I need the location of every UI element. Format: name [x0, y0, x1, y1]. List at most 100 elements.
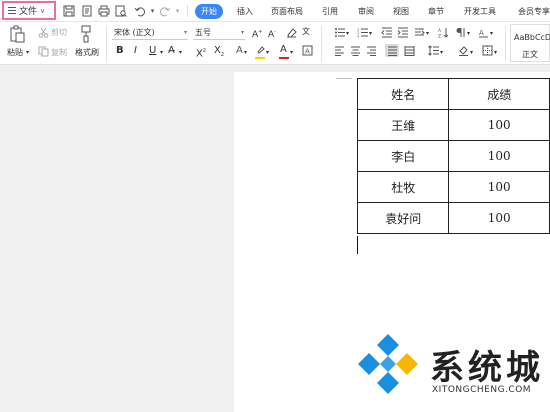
- format-painter-label[interactable]: 格式刷: [75, 48, 99, 58]
- increase-indent-icon[interactable]: [397, 27, 408, 38]
- italic-icon[interactable]: I: [134, 46, 137, 56]
- table-header-cell[interactable]: 姓名: [356, 78, 450, 110]
- underline-dropdown-icon[interactable]: ▾: [160, 48, 163, 58]
- redo-icon[interactable]: [158, 4, 171, 17]
- menu-icon: [8, 7, 16, 14]
- table-cell[interactable]: 100: [448, 202, 550, 234]
- chevron-down-icon: ∨: [40, 6, 46, 15]
- cut-icon[interactable]: [38, 27, 49, 38]
- strikethrough-icon[interactable]: A̶: [168, 46, 175, 56]
- table-cell[interactable]: 李白: [356, 140, 450, 172]
- print-icon[interactable]: [97, 4, 110, 17]
- chinese-layout-dropdown-icon[interactable]: ▾: [426, 29, 429, 39]
- align-center-icon[interactable]: [350, 45, 361, 56]
- sort-icon[interactable]: AZ: [438, 27, 449, 38]
- text-effect-dropdown-icon[interactable]: ▾: [244, 48, 247, 58]
- shrink-font-icon[interactable]: A-: [268, 27, 276, 40]
- borders-icon[interactable]: [482, 45, 493, 56]
- phonetic-guide-icon[interactable]: 文: [302, 27, 310, 37]
- copy-icon[interactable]: [38, 46, 49, 57]
- borders-dropdown-icon[interactable]: ▾: [494, 48, 497, 58]
- clear-format-icon[interactable]: [286, 27, 297, 38]
- font-color-icon[interactable]: A: [280, 45, 287, 55]
- chinese-layout-icon[interactable]: [414, 27, 425, 38]
- table-row: 杜牧 100: [356, 171, 550, 203]
- tab-view[interactable]: 视图: [393, 4, 409, 19]
- tab-home[interactable]: 开始: [195, 4, 223, 19]
- svg-text:3: 3: [357, 35, 359, 39]
- redo-dropdown-icon[interactable]: ▾: [171, 4, 184, 17]
- paste-icon[interactable]: [9, 25, 25, 43]
- watermark-logo: 系统城 XITONGCHENG.COM: [356, 330, 550, 406]
- grades-table[interactable]: 姓名 成绩 王维 100 李白 100 杜牧 100 袁好问 100: [356, 78, 550, 234]
- underline-icon[interactable]: U: [149, 46, 156, 56]
- table-cell[interactable]: 袁好问: [356, 202, 450, 234]
- save-icon[interactable]: [62, 4, 75, 17]
- subscript-icon[interactable]: X2: [214, 46, 224, 60]
- character-scaling-icon[interactable]: A: [478, 27, 489, 38]
- menu-bar: 文件 ∨ ▾ ▾ 开始 插入 页面布局 引用 审阅 视图 章节 开发工具 会员专…: [0, 0, 550, 22]
- align-left-icon[interactable]: [334, 45, 345, 56]
- grow-font-icon[interactable]: A+: [252, 27, 262, 40]
- divider: [321, 26, 322, 62]
- numbered-list-icon[interactable]: 123: [357, 27, 368, 38]
- diamond-logo-icon: [358, 334, 418, 394]
- highlight-dropdown-icon[interactable]: ▾: [266, 48, 269, 58]
- svg-text:Z: Z: [438, 34, 441, 39]
- distributed-align-icon[interactable]: [404, 45, 415, 56]
- undo-icon[interactable]: [133, 4, 146, 17]
- line-spacing-icon[interactable]: [428, 45, 439, 56]
- numbered-list-dropdown-icon[interactable]: ▾: [369, 29, 372, 39]
- watermark-subtitle: XITONGCHENG.COM: [432, 385, 532, 395]
- highlight-icon[interactable]: [255, 45, 266, 56]
- export-pdf-icon[interactable]: [80, 4, 93, 17]
- justify-icon[interactable]: [385, 44, 399, 57]
- cut-label[interactable]: 剪切: [51, 28, 67, 38]
- table-cell[interactable]: 100: [448, 140, 550, 172]
- show-marks-dropdown-icon[interactable]: ▾: [467, 29, 470, 39]
- print-preview-icon[interactable]: [114, 4, 127, 17]
- table-row: 李白 100: [356, 140, 550, 172]
- line-spacing-dropdown-icon[interactable]: ▾: [440, 48, 443, 58]
- tab-review[interactable]: 审阅: [358, 4, 374, 19]
- watermark-title: 系统城: [430, 348, 544, 388]
- divider: [505, 26, 506, 62]
- shading-icon[interactable]: [458, 45, 469, 56]
- copy-label[interactable]: 复制: [51, 48, 67, 58]
- strikethrough-dropdown-icon[interactable]: ▾: [179, 48, 182, 58]
- table-header-cell[interactable]: 成绩: [448, 78, 550, 110]
- table-row: 王维 100: [356, 109, 550, 141]
- format-painter-icon[interactable]: [79, 25, 93, 43]
- bold-icon[interactable]: B: [116, 46, 124, 56]
- text-effect-icon[interactable]: A: [236, 46, 243, 56]
- table-cell[interactable]: 100: [448, 109, 550, 141]
- paste-dropdown-icon[interactable]: ▾: [26, 48, 29, 58]
- bullet-list-icon[interactable]: [334, 27, 345, 38]
- align-right-icon[interactable]: [366, 45, 377, 56]
- font-size-select[interactable]: 五号 ▾: [193, 27, 245, 40]
- tab-member[interactable]: 会员专享: [518, 4, 550, 19]
- font-family-value: 宋体 (正文): [114, 28, 155, 37]
- paste-label[interactable]: 粘贴: [7, 48, 23, 58]
- decrease-indent-icon[interactable]: [381, 27, 392, 38]
- divider: [187, 5, 188, 17]
- shading-dropdown-icon[interactable]: ▾: [470, 48, 473, 58]
- table-cell[interactable]: 杜牧: [356, 171, 450, 203]
- character-border-icon[interactable]: A: [302, 45, 313, 56]
- font-family-select[interactable]: 宋体 (正文) ▾: [112, 27, 188, 40]
- table-cell[interactable]: 100: [448, 171, 550, 203]
- show-marks-icon[interactable]: [455, 27, 466, 38]
- tab-references[interactable]: 引用: [322, 4, 338, 19]
- table-cell[interactable]: 王维: [356, 109, 450, 141]
- file-menu-button[interactable]: 文件 ∨: [2, 1, 56, 20]
- svg-text:A: A: [305, 48, 310, 56]
- tab-sections[interactable]: 章节: [428, 4, 444, 19]
- style-normal[interactable]: AaBbCcDd 正文: [510, 24, 550, 62]
- font-color-dropdown-icon[interactable]: ▾: [290, 48, 293, 58]
- tab-page-layout[interactable]: 页面布局: [271, 4, 303, 19]
- tab-developer[interactable]: 开发工具: [464, 4, 496, 19]
- superscript-icon[interactable]: X2: [196, 46, 206, 59]
- character-scaling-dropdown-icon[interactable]: ▾: [490, 29, 493, 39]
- bullet-list-dropdown-icon[interactable]: ▾: [346, 29, 349, 39]
- tab-insert[interactable]: 插入: [237, 4, 253, 19]
